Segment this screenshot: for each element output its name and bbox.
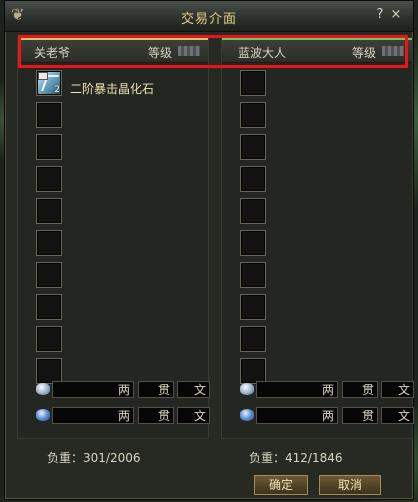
- item-slot[interactable]: [240, 166, 266, 192]
- left-panel-header: 关老爷 等级: [18, 38, 208, 63]
- item-slot[interactable]: [240, 70, 266, 96]
- right-gem-liang-input[interactable]: 两: [256, 407, 338, 424]
- item-slot[interactable]: [36, 134, 62, 160]
- item-slot[interactable]: [36, 262, 62, 288]
- left-weight: 负重：301/2006: [47, 451, 141, 465]
- gem-icon: [240, 409, 254, 421]
- item-slot[interactable]: [36, 198, 62, 224]
- item-slot[interactable]: [240, 198, 266, 224]
- left-money-row-silver: 两 贯 文: [36, 381, 210, 399]
- gem-icon: [36, 409, 50, 421]
- right-wen-input[interactable]: 文: [381, 381, 414, 398]
- right-player-name: 蓝波大人: [238, 46, 287, 60]
- right-money-row-silver: 两 贯 文: [240, 381, 414, 399]
- item-slot[interactable]: [36, 326, 62, 352]
- left-item-slots: 2: [36, 70, 62, 390]
- left-level-label: 等级: [147, 46, 172, 60]
- right-guan-input[interactable]: 贯: [342, 381, 378, 398]
- item-name: 二阶暴击晶化石: [70, 82, 155, 96]
- right-panel-header: 蓝波大人 等级: [222, 38, 412, 63]
- right-gem-wen-input[interactable]: 文: [381, 407, 414, 424]
- right-level-label: 等级: [351, 46, 376, 60]
- item-slot[interactable]: [240, 134, 266, 160]
- item-slot[interactable]: [36, 166, 62, 192]
- left-gem-wen-input[interactable]: 文: [177, 407, 210, 424]
- help-button[interactable]: ?: [373, 7, 387, 23]
- left-gem-guan-input[interactable]: 贯: [138, 407, 174, 424]
- coin-silver-icon: [36, 383, 50, 395]
- right-liang-input[interactable]: 两: [256, 381, 338, 398]
- confirm-button[interactable]: 确定: [254, 475, 308, 495]
- left-player-name: 关老爷: [34, 46, 71, 60]
- left-wen-input[interactable]: 文: [177, 381, 210, 398]
- right-trade-panel: 蓝波大人 等级 两 贯 文 两 贯 文: [221, 37, 414, 439]
- window-title: 交易介面: [180, 12, 237, 27]
- item-slot[interactable]: [240, 294, 266, 320]
- item-badge-icon: [38, 72, 48, 80]
- item-slot[interactable]: 2: [36, 70, 62, 96]
- trade-window: ❦ 交易介面 ? × 关老爷 等级 2 二阶暴击晶化石 两 贯 文 两 贯 文 …: [4, 0, 414, 500]
- item-slot[interactable]: [240, 262, 266, 288]
- right-item-slots: [240, 70, 266, 390]
- item-count: 2: [54, 85, 60, 95]
- left-gem-liang-input[interactable]: 两: [52, 407, 134, 424]
- left-trade-panel: 关老爷 等级 2 二阶暴击晶化石 两 贯 文 两 贯 文: [17, 37, 210, 439]
- left-guan-input[interactable]: 贯: [138, 381, 174, 398]
- title-bar[interactable]: ❦ 交易介面 ? ×: [5, 1, 413, 32]
- cancel-button[interactable]: 取消: [319, 475, 381, 495]
- left-money-row-gem: 两 贯 文: [36, 407, 210, 425]
- item-slot[interactable]: [240, 102, 266, 128]
- right-weight: 负重：412/1846: [249, 451, 343, 465]
- close-button[interactable]: ×: [389, 7, 403, 23]
- left-liang-input[interactable]: 两: [52, 381, 134, 398]
- item-slot[interactable]: [36, 294, 62, 320]
- item-slot[interactable]: [240, 326, 266, 352]
- level-flag-icon: [382, 46, 404, 56]
- item-slot[interactable]: [240, 230, 266, 256]
- right-money-row-gem: 两 贯 文: [240, 407, 414, 425]
- level-flag-icon: [178, 46, 200, 56]
- coin-silver-icon: [240, 383, 254, 395]
- item-slot[interactable]: [36, 230, 62, 256]
- right-gem-guan-input[interactable]: 贯: [342, 407, 378, 424]
- item-slot[interactable]: [36, 102, 62, 128]
